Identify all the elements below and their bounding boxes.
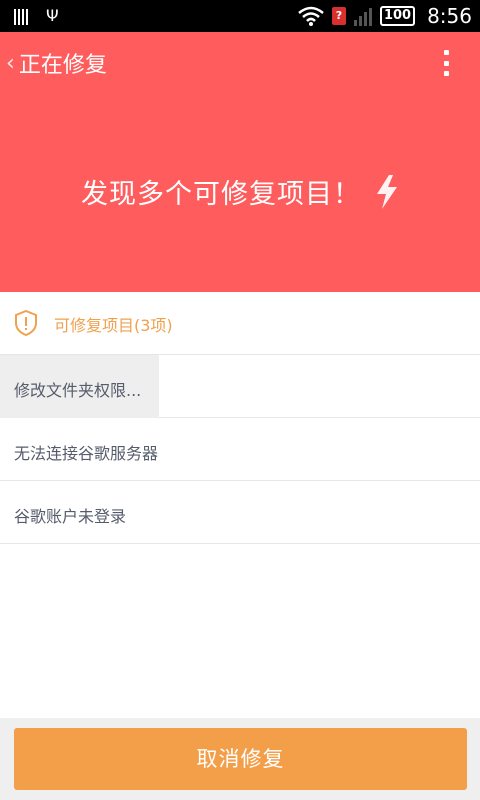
- back-chevron-icon: ‹: [6, 50, 15, 76]
- sim-card-icon: [14, 7, 28, 25]
- wifi-icon: [298, 6, 324, 26]
- battery-icon: 100: [379, 6, 416, 26]
- back-button[interactable]: ‹ 正在修复: [6, 48, 107, 79]
- cancel-repair-button[interactable]: 取消修复: [14, 728, 467, 790]
- lightning-bolt-icon: [377, 174, 397, 209]
- shield-alert-icon: [15, 310, 37, 336]
- alert-icon: ?: [331, 7, 346, 25]
- list-item[interactable]: 谷歌账户未登录: [0, 481, 480, 544]
- list-item[interactable]: 修改文件夹权限...: [0, 355, 480, 418]
- list-item-label: 修改文件夹权限...: [14, 381, 142, 400]
- list-item-label: 无法连接谷歌服务器: [14, 444, 159, 463]
- list-item-label: 谷歌账户未登录: [14, 507, 127, 526]
- footer-bar: 取消修复: [0, 718, 480, 800]
- status-right: ? 100 8:56: [298, 0, 472, 32]
- status-left: Ψ: [14, 7, 59, 25]
- section-header: 可修复项目(3项): [0, 292, 480, 355]
- usb-icon: Ψ: [46, 6, 59, 25]
- hero-banner: ‹ 正在修复 发现多个可修复项目！: [0, 32, 480, 292]
- status-bar: Ψ ? 100 8:56: [0, 0, 480, 32]
- page-title: 正在修复: [18, 53, 107, 78]
- section-title: 可修复项目(3项): [54, 316, 173, 335]
- overflow-menu-icon[interactable]: [440, 50, 452, 76]
- list-item[interactable]: 无法连接谷歌服务器: [0, 418, 480, 481]
- headline-row: 发现多个可修复项目！: [0, 172, 480, 211]
- status-time: 8:56: [427, 4, 472, 28]
- signal-icon: [353, 6, 372, 26]
- hero-headline: 发现多个可修复项目！: [81, 179, 361, 210]
